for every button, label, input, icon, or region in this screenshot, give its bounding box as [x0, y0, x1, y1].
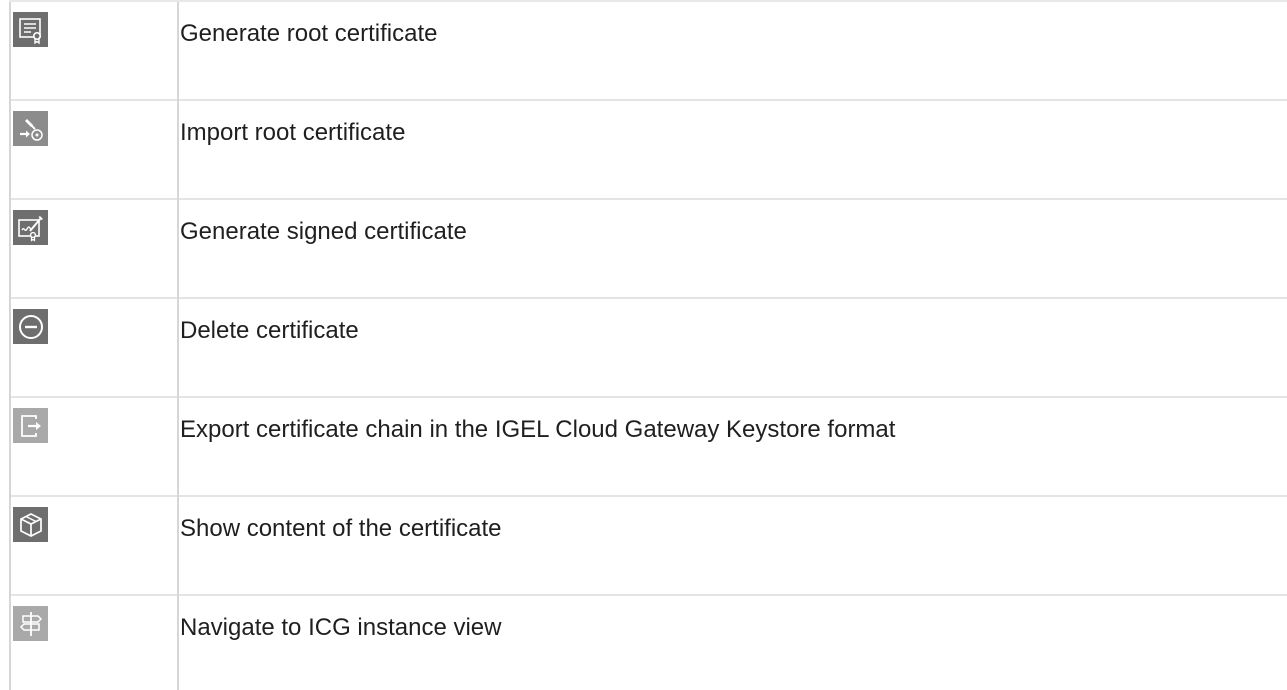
table-row: Generate signed certificate: [9, 198, 1287, 298]
table-row: Navigate to ICG instance view: [9, 594, 1287, 690]
row-label: Export certificate chain in the IGEL Clo…: [177, 396, 1287, 496]
row-label: Import root certificate: [177, 99, 1287, 199]
table-row: Show content of the certificate: [9, 495, 1287, 595]
signed-certificate-icon: [13, 210, 48, 245]
certificate-icon: [13, 12, 48, 47]
delete-icon: [13, 309, 48, 344]
row-label: Generate root certificate: [177, 0, 1287, 100]
table-row: Export certificate chain in the IGEL Clo…: [9, 396, 1287, 496]
table-row: Generate root certificate: [9, 0, 1287, 100]
export-icon: [13, 408, 48, 443]
row-label: Generate signed certificate: [177, 198, 1287, 298]
box-icon: [13, 507, 48, 542]
table-row: Import root certificate: [9, 99, 1287, 199]
row-label: Navigate to ICG instance view: [177, 594, 1287, 690]
signpost-icon: [13, 606, 48, 641]
import-key-icon: [13, 111, 48, 146]
icon-legend-table: Generate root certificate Import root ce…: [9, 0, 1287, 690]
table-row: Delete certificate: [9, 297, 1287, 397]
row-label: Show content of the certificate: [177, 495, 1287, 595]
row-label: Delete certificate: [177, 297, 1287, 397]
